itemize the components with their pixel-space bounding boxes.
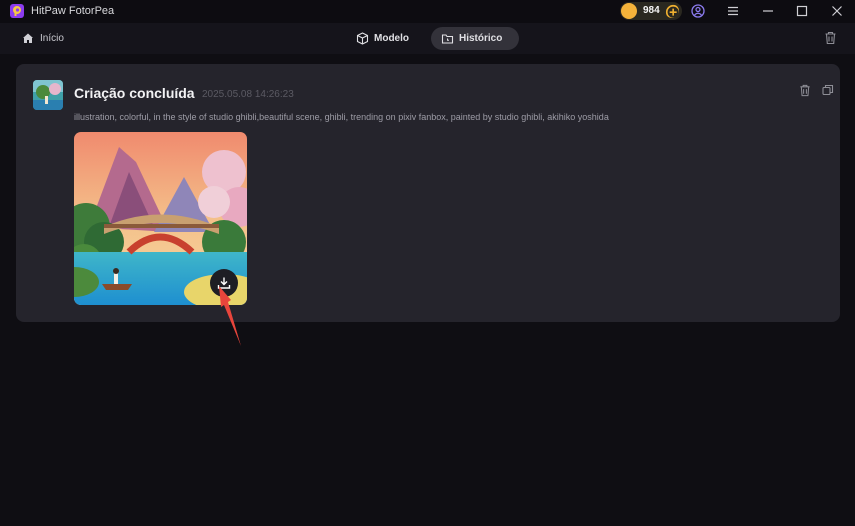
app-title: HitPaw FotorPea — [31, 5, 115, 17]
tab-modelo[interactable]: Modelo — [346, 27, 422, 50]
coin-count: 984 — [643, 5, 660, 16]
delete-icon[interactable] — [799, 84, 811, 97]
home-label: Início — [40, 32, 64, 44]
title-bar: HitPaw FotorPea 984 — [0, 0, 855, 23]
card-title: Criação concluída — [74, 85, 195, 101]
card-timestamp: 2025.05.08 14:26:23 — [202, 89, 294, 100]
cube-icon — [356, 32, 369, 45]
result-thumbnail[interactable] — [33, 80, 63, 110]
coin-icon — [621, 3, 637, 19]
history-folder-icon — [441, 34, 454, 44]
account-icon[interactable] — [691, 4, 705, 18]
coin-balance[interactable]: 984 — [620, 2, 682, 20]
trash-icon[interactable] — [824, 31, 837, 45]
tab-modelo-label: Modelo — [374, 33, 409, 44]
app-logo-icon — [10, 4, 24, 18]
minimize-icon[interactable] — [761, 4, 775, 18]
annotation-arrow — [219, 286, 241, 346]
copy-icon[interactable] — [822, 84, 834, 96]
tab-historico[interactable]: Histórico — [431, 27, 519, 50]
maximize-icon[interactable] — [795, 4, 809, 18]
close-icon[interactable] — [830, 4, 844, 18]
home-icon — [23, 33, 33, 43]
tab-historico-label: Histórico — [459, 33, 503, 44]
card-prompt: illustration, colorful, in the style of … — [74, 112, 609, 122]
generated-image[interactable] — [74, 132, 247, 305]
home-link[interactable]: Início — [22, 32, 64, 44]
nav-bar: Início Modelo Histórico — [0, 23, 855, 54]
add-coins-icon[interactable] — [665, 4, 679, 18]
history-card: Criação concluída 2025.05.08 14:26:23 il… — [16, 64, 840, 322]
menu-icon[interactable] — [726, 4, 740, 18]
